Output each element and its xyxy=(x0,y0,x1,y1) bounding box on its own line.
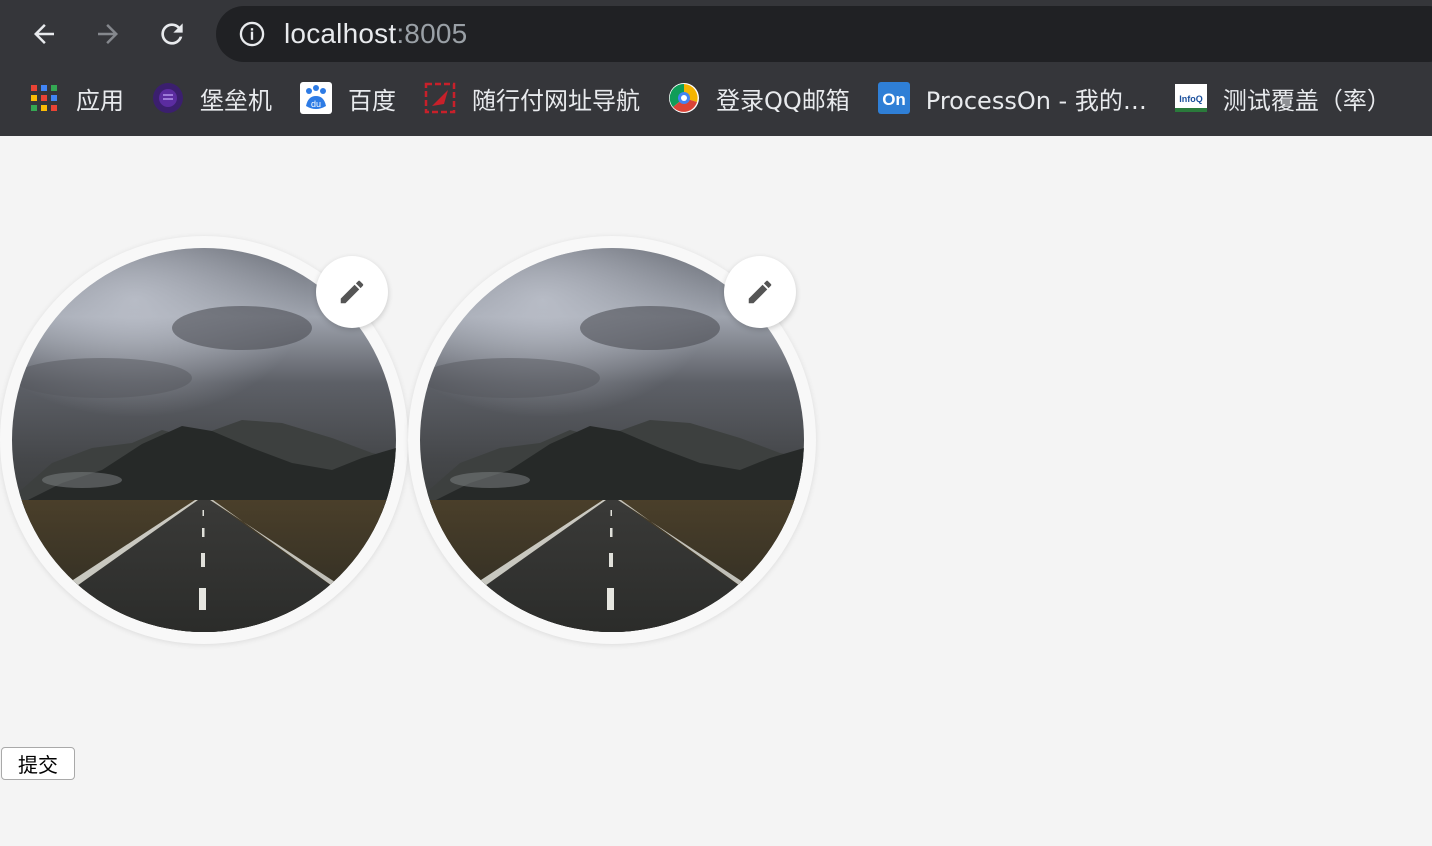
edit-avatar-button[interactable] xyxy=(724,256,796,328)
reload-button[interactable] xyxy=(152,14,192,54)
browser-toolbar: localhost:8005 xyxy=(0,0,1432,68)
bookmark-label: 登录QQ邮箱 xyxy=(716,86,850,115)
submit-button[interactable]: 提交 xyxy=(1,747,75,780)
edit-avatar-button[interactable] xyxy=(316,256,388,328)
pencil-icon xyxy=(340,280,364,304)
bookmarks-bar: 应用 堡垒机 du 百度 随行付网址导航 登录QQ邮箱 On ProcessOn… xyxy=(0,68,1432,128)
bookmark-label: 堡垒机 xyxy=(200,86,272,115)
avatar-uploader xyxy=(0,236,408,644)
avatar-uploader xyxy=(408,236,816,644)
bookmark-infoq[interactable]: InfoQ 测试覆盖（率） xyxy=(1167,76,1399,120)
svg-text:On: On xyxy=(882,90,906,109)
pencil-icon xyxy=(748,280,772,304)
forward-button[interactable] xyxy=(88,14,128,54)
bookmark-label: 测试覆盖（率） xyxy=(1222,86,1391,115)
svg-text:InfoQ: InfoQ xyxy=(1179,94,1203,104)
bookmark-label: 随行付网址导航 xyxy=(472,86,640,115)
bookmark-baidu[interactable]: du 百度 xyxy=(292,76,404,120)
reload-icon xyxy=(161,23,183,45)
qqmail-icon xyxy=(668,82,700,114)
arrow-right-icon xyxy=(98,24,118,44)
infoq-icon: InfoQ xyxy=(1174,82,1207,114)
bookmark-bastion[interactable]: 堡垒机 xyxy=(144,76,280,120)
bookmark-label: ProcessOn - 我的… xyxy=(925,86,1147,115)
info-icon[interactable] xyxy=(236,18,268,50)
back-button[interactable] xyxy=(24,14,64,54)
apps-grid-icon xyxy=(28,82,60,114)
bookmark-apps[interactable]: 应用 xyxy=(20,76,132,120)
bookmark-vbill[interactable]: 随行付网址导航 xyxy=(416,76,648,120)
url-host: localhost xyxy=(284,18,397,49)
bookmark-label: 应用 xyxy=(76,86,124,115)
arrow-left-icon xyxy=(34,24,54,44)
browser-chrome: localhost:8005 应用 堡垒机 du 百度 随行付网址导航 登录Q… xyxy=(0,0,1432,136)
svg-text:du: du xyxy=(311,99,321,109)
bookmark-label: 百度 xyxy=(348,86,396,115)
bastion-icon xyxy=(152,82,184,114)
baidu-icon: du xyxy=(300,82,332,114)
vbill-icon xyxy=(424,82,456,114)
processon-icon: On xyxy=(877,82,910,114)
url-port: :8005 xyxy=(396,18,468,49)
bookmark-processon[interactable]: On ProcessOn - 我的… xyxy=(870,76,1155,120)
bookmark-qqmail[interactable]: 登录QQ邮箱 xyxy=(660,76,858,120)
address-bar[interactable]: localhost:8005 xyxy=(216,6,1432,62)
